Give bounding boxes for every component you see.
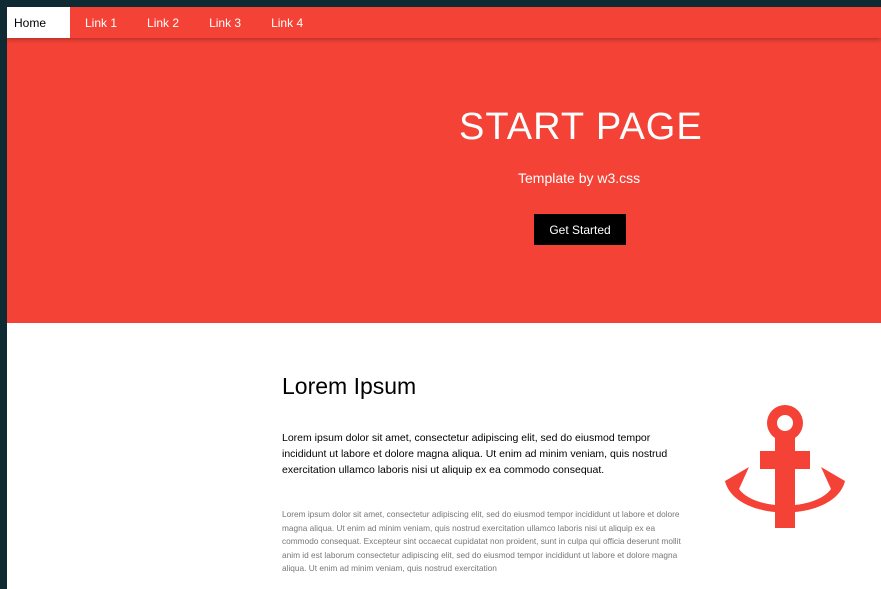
top-navbar: Home Link 1 Link 2 Link 3 Link 4 <box>7 7 881 38</box>
nav-item-link-4[interactable]: Link 4 <box>256 7 318 38</box>
page-frame: Home Link 1 Link 2 Link 3 Link 4 START P… <box>0 0 881 589</box>
nav-item-home[interactable]: Home <box>7 7 70 38</box>
nav-item-link-3[interactable]: Link 3 <box>194 7 256 38</box>
hero-section: START PAGE Template by w3.css Get Starte… <box>7 38 881 323</box>
nav-item-link-1[interactable]: Link 1 <box>70 7 132 38</box>
hero-title: START PAGE <box>459 106 703 148</box>
section-title: Lorem Ipsum <box>282 373 417 399</box>
nav-item-link-2[interactable]: Link 2 <box>132 7 194 38</box>
body-paragraph: Lorem ipsum dolor sit amet, consectetur … <box>282 509 681 573</box>
hero-subtitle: Template by w3.css <box>518 170 641 186</box>
content-section: Lorem Ipsum Lorem ipsum dolor sit amet, … <box>7 323 881 589</box>
lead-paragraph: Lorem ipsum dolor sit amet, consectetur … <box>282 432 668 476</box>
anchor-icon <box>715 403 845 533</box>
get-started-button[interactable]: Get Started <box>534 214 626 245</box>
